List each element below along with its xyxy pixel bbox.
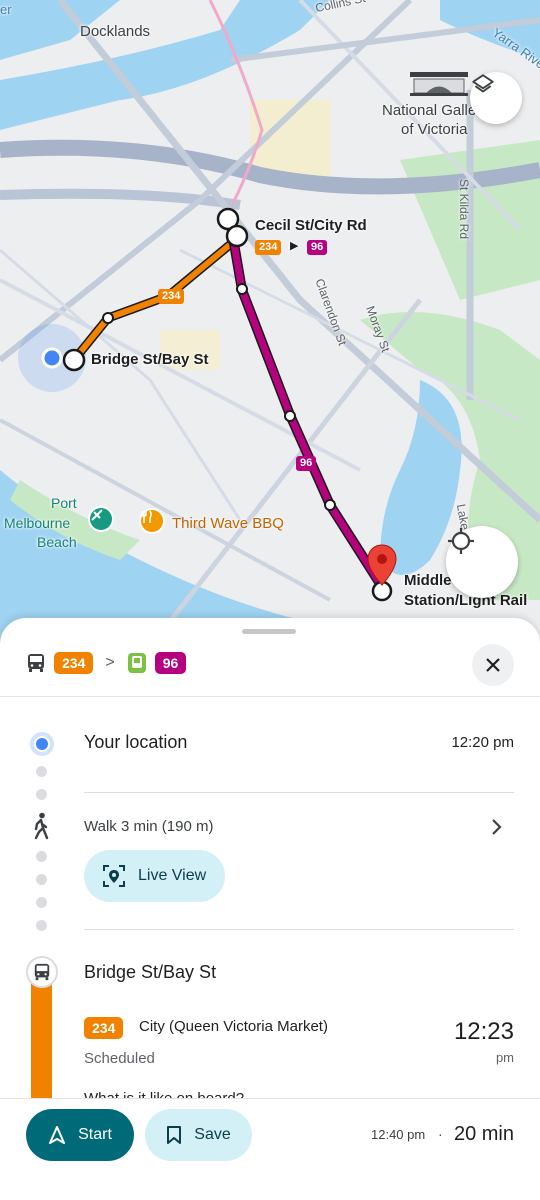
start-label: Start — [78, 1126, 112, 1143]
walking-icon — [34, 812, 49, 840]
live-view-icon — [103, 865, 125, 887]
map-label-ngv-1: National Galle — [382, 102, 477, 119]
walk-path-dot — [36, 851, 47, 862]
stop-label-middle-1[interactable]: Middle — [404, 572, 452, 589]
route-badge-234-cecil: 234 — [255, 240, 282, 255]
map-label-er: er — [0, 2, 12, 17]
chevron-right-icon: > — [105, 654, 115, 671]
walk-path-dot — [36, 766, 47, 777]
save-label: Save — [194, 1126, 231, 1143]
route-direction[interactable]: City (Queen Victoria Market) — [139, 1018, 328, 1035]
origin-dot-icon — [30, 732, 54, 756]
chevron-right-icon[interactable] — [490, 817, 504, 837]
destination-pin-icon[interactable] — [366, 543, 398, 587]
map-view[interactable]: Docklands Collins St Yarra River er Nati… — [0, 0, 540, 660]
map-label-ngv-2: of Victoria — [401, 121, 468, 138]
live-view-button[interactable]: Live View — [84, 850, 225, 902]
route-chip-234: 234 — [54, 652, 94, 674]
arrival-time: 12:40 pm — [371, 1127, 426, 1142]
close-button[interactable] — [472, 644, 514, 686]
departure-period: pm — [495, 1050, 514, 1065]
route-96-line — [225, 219, 389, 593]
map-label-bbq[interactable]: Third Wave BBQ — [172, 515, 284, 532]
map-label-port-3: Beach — [37, 534, 77, 550]
navigation-arrow-icon — [49, 1126, 66, 1144]
bus-stop-icon — [26, 956, 58, 988]
route-stop-dot — [102, 312, 114, 324]
route-badge-96-cecil: 96 — [307, 240, 328, 255]
divider — [84, 792, 514, 793]
map-label-docklands: Docklands — [80, 23, 151, 40]
map-label-stkilda: St Kilda Rd — [457, 178, 472, 240]
route-badge-96-line: 96 — [296, 456, 317, 471]
bus-icon — [28, 654, 44, 672]
stop-marker-cecil-2 — [225, 224, 249, 248]
bookmark-icon — [167, 1126, 182, 1144]
drag-handle[interactable] — [242, 629, 296, 634]
walk-path-dot — [36, 897, 47, 908]
schedule-status: Scheduled — [84, 1050, 155, 1067]
route-summary[interactable]: 234 > 96 — [26, 652, 187, 674]
route-stop-dot — [324, 499, 336, 511]
stop-label-bridge[interactable]: Bridge St/Bay St — [91, 351, 209, 368]
map-label-port-1: Port — [51, 495, 77, 511]
map-label-port-2: Melbourne — [4, 515, 71, 531]
restaurant-icon[interactable] — [139, 508, 165, 534]
trip-duration: 20 min — [453, 1123, 514, 1145]
separator-dot: · — [438, 1126, 443, 1142]
my-location-button[interactable] — [446, 526, 518, 598]
origin-title[interactable]: Your location — [84, 732, 187, 753]
walk-details[interactable]: Walk 3 min (190 m) — [84, 818, 213, 835]
walk-path-dot — [36, 874, 47, 885]
start-button[interactable]: Start — [26, 1109, 134, 1161]
walk-path-dot — [36, 920, 47, 931]
my-location-icon — [448, 528, 474, 554]
beach-icon[interactable] — [88, 506, 114, 532]
route-stop-dot — [284, 410, 296, 422]
layers-icon — [472, 74, 494, 93]
close-icon — [486, 658, 500, 672]
route-chip-96: 96 — [154, 652, 187, 674]
route-chip-234: 234 — [84, 1017, 124, 1039]
bus-icon — [34, 963, 50, 981]
divider — [0, 696, 540, 697]
save-button[interactable]: Save — [145, 1109, 252, 1161]
live-view-label: Live View — [138, 867, 207, 884]
walk-path-dot — [36, 789, 47, 800]
tram-icon — [127, 653, 146, 673]
departure-time: 12:23 — [453, 1018, 514, 1045]
divider — [84, 929, 514, 930]
stop-marker-bridge — [62, 348, 86, 372]
route-badge-234-line: 234 — [158, 289, 185, 304]
user-location-dot — [41, 347, 63, 369]
origin-time: 12:20 pm — [451, 734, 514, 751]
bottom-action-bar: Start Save 12:40 pm · 20 min — [0, 1098, 540, 1200]
route-arrow-icon: ▶ — [290, 240, 299, 252]
route-96-line-fill — [226, 219, 387, 592]
stop-title[interactable]: Bridge St/Bay St — [84, 962, 216, 983]
route-stop-dot — [236, 283, 248, 295]
stop-label-cecil[interactable]: Cecil St/City Rd — [255, 217, 367, 234]
layers-button[interactable] — [470, 72, 522, 124]
ngv-landmark-icon — [410, 72, 468, 96]
